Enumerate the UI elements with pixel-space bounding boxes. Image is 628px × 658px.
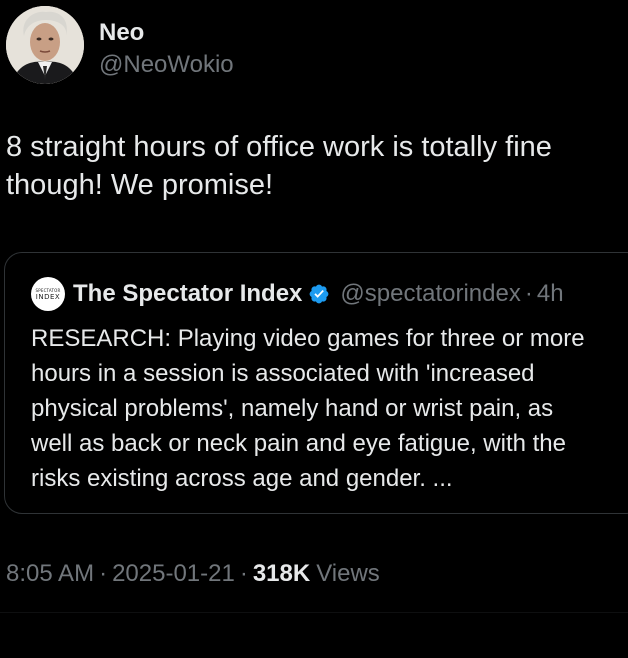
spectator-index-logo[interactable]: SPECTATOR INDEX [31, 277, 65, 311]
quoted-tweet-header: SPECTATOR INDEX The Spectator Index @spe… [31, 277, 564, 311]
divider [0, 612, 628, 613]
quoted-timestamp[interactable]: 4h [537, 280, 564, 308]
author-avatar[interactable] [6, 6, 84, 84]
quoted-separator: · [524, 280, 533, 307]
views-count: 318K [252, 560, 311, 587]
logo-text-line2: INDEX [35, 292, 61, 301]
meta-separator-1: · [99, 560, 108, 587]
tweet-header: Neo @NeoWokio [6, 6, 234, 86]
verified-badge-icon [309, 284, 329, 304]
views-label: Views [316, 560, 380, 587]
meta-separator-2: · [239, 560, 248, 587]
tweet-body: 8 straight hours of office work is total… [6, 131, 552, 201]
quoted-tweet-body: RESEARCH: Playing video games for three … [31, 325, 585, 492]
tweet-metadata: 8:05 AM · 2025-01-21 · 318K Views [6, 560, 380, 588]
quoted-display-name[interactable]: The Spectator Index [73, 280, 302, 308]
tweet-time[interactable]: 8:05 AM [6, 560, 94, 588]
avatar-image [6, 6, 84, 84]
quoted-handle[interactable]: @spectatorindex [340, 280, 520, 308]
tweet-date[interactable]: 2025-01-21 [112, 560, 235, 588]
author-handle[interactable]: @NeoWokio [99, 50, 234, 80]
quoted-tweet-card[interactable]: SPECTATOR INDEX The Spectator Index @spe… [4, 252, 628, 514]
author-display-name[interactable]: Neo [99, 18, 234, 48]
